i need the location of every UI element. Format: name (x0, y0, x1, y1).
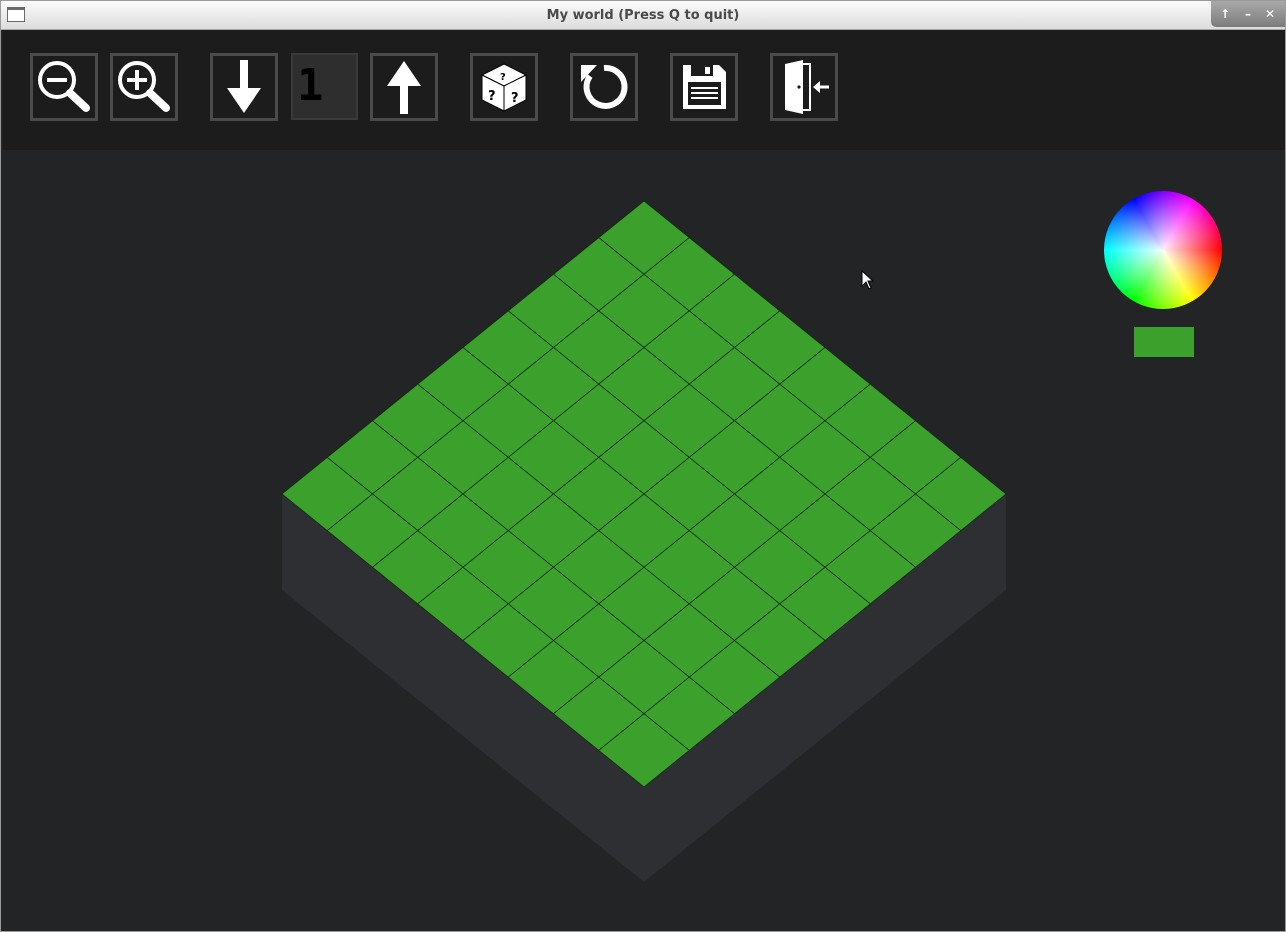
arrow-down-icon (227, 60, 261, 113)
app-window: My world (Press Q to quit) ↑ – ✕ 1 ? ? ? (0, 0, 1286, 932)
level-down-button[interactable] (210, 53, 278, 121)
exit-button[interactable] (770, 53, 838, 121)
dice-icon: ? ? ? (480, 63, 528, 112)
toolbar: 1 ? ? ? (3, 30, 1285, 150)
level-up-button[interactable] (370, 53, 438, 121)
exit-door-icon (785, 60, 829, 114)
maximize-button[interactable]: ↑ (1217, 6, 1233, 22)
save-icon (683, 65, 726, 109)
random-button[interactable]: ? ? ? (470, 53, 538, 121)
svg-text:?: ? (488, 89, 496, 104)
save-button[interactable] (670, 53, 738, 121)
selected-color-swatch (1134, 327, 1194, 357)
svg-text:?: ? (500, 72, 506, 83)
reset-icon (581, 64, 628, 109)
zoom-out-icon (38, 61, 90, 112)
window-title: My world (Press Q to quit) (546, 8, 740, 23)
arrow-up-icon (387, 61, 421, 114)
mouse-cursor-icon (861, 270, 875, 290)
color-wheel-icon[interactable] (1104, 191, 1222, 309)
zoom-in-button[interactable] (110, 53, 178, 121)
zoom-out-button[interactable] (30, 53, 98, 121)
minimize-button[interactable]: – (1240, 6, 1256, 22)
world-canvas[interactable] (3, 150, 1285, 931)
isometric-world[interactable] (3, 150, 1285, 931)
zoom-in-icon (118, 61, 170, 112)
svg-text:?: ? (511, 91, 519, 106)
reset-button[interactable] (570, 53, 638, 121)
window-controls: ↑ – ✕ (1211, 1, 1285, 27)
close-button[interactable]: ✕ (1262, 6, 1278, 22)
title-bar[interactable]: My world (Press Q to quit) ↑ – ✕ (1, 1, 1285, 30)
level-counter[interactable]: 1 (291, 53, 358, 120)
